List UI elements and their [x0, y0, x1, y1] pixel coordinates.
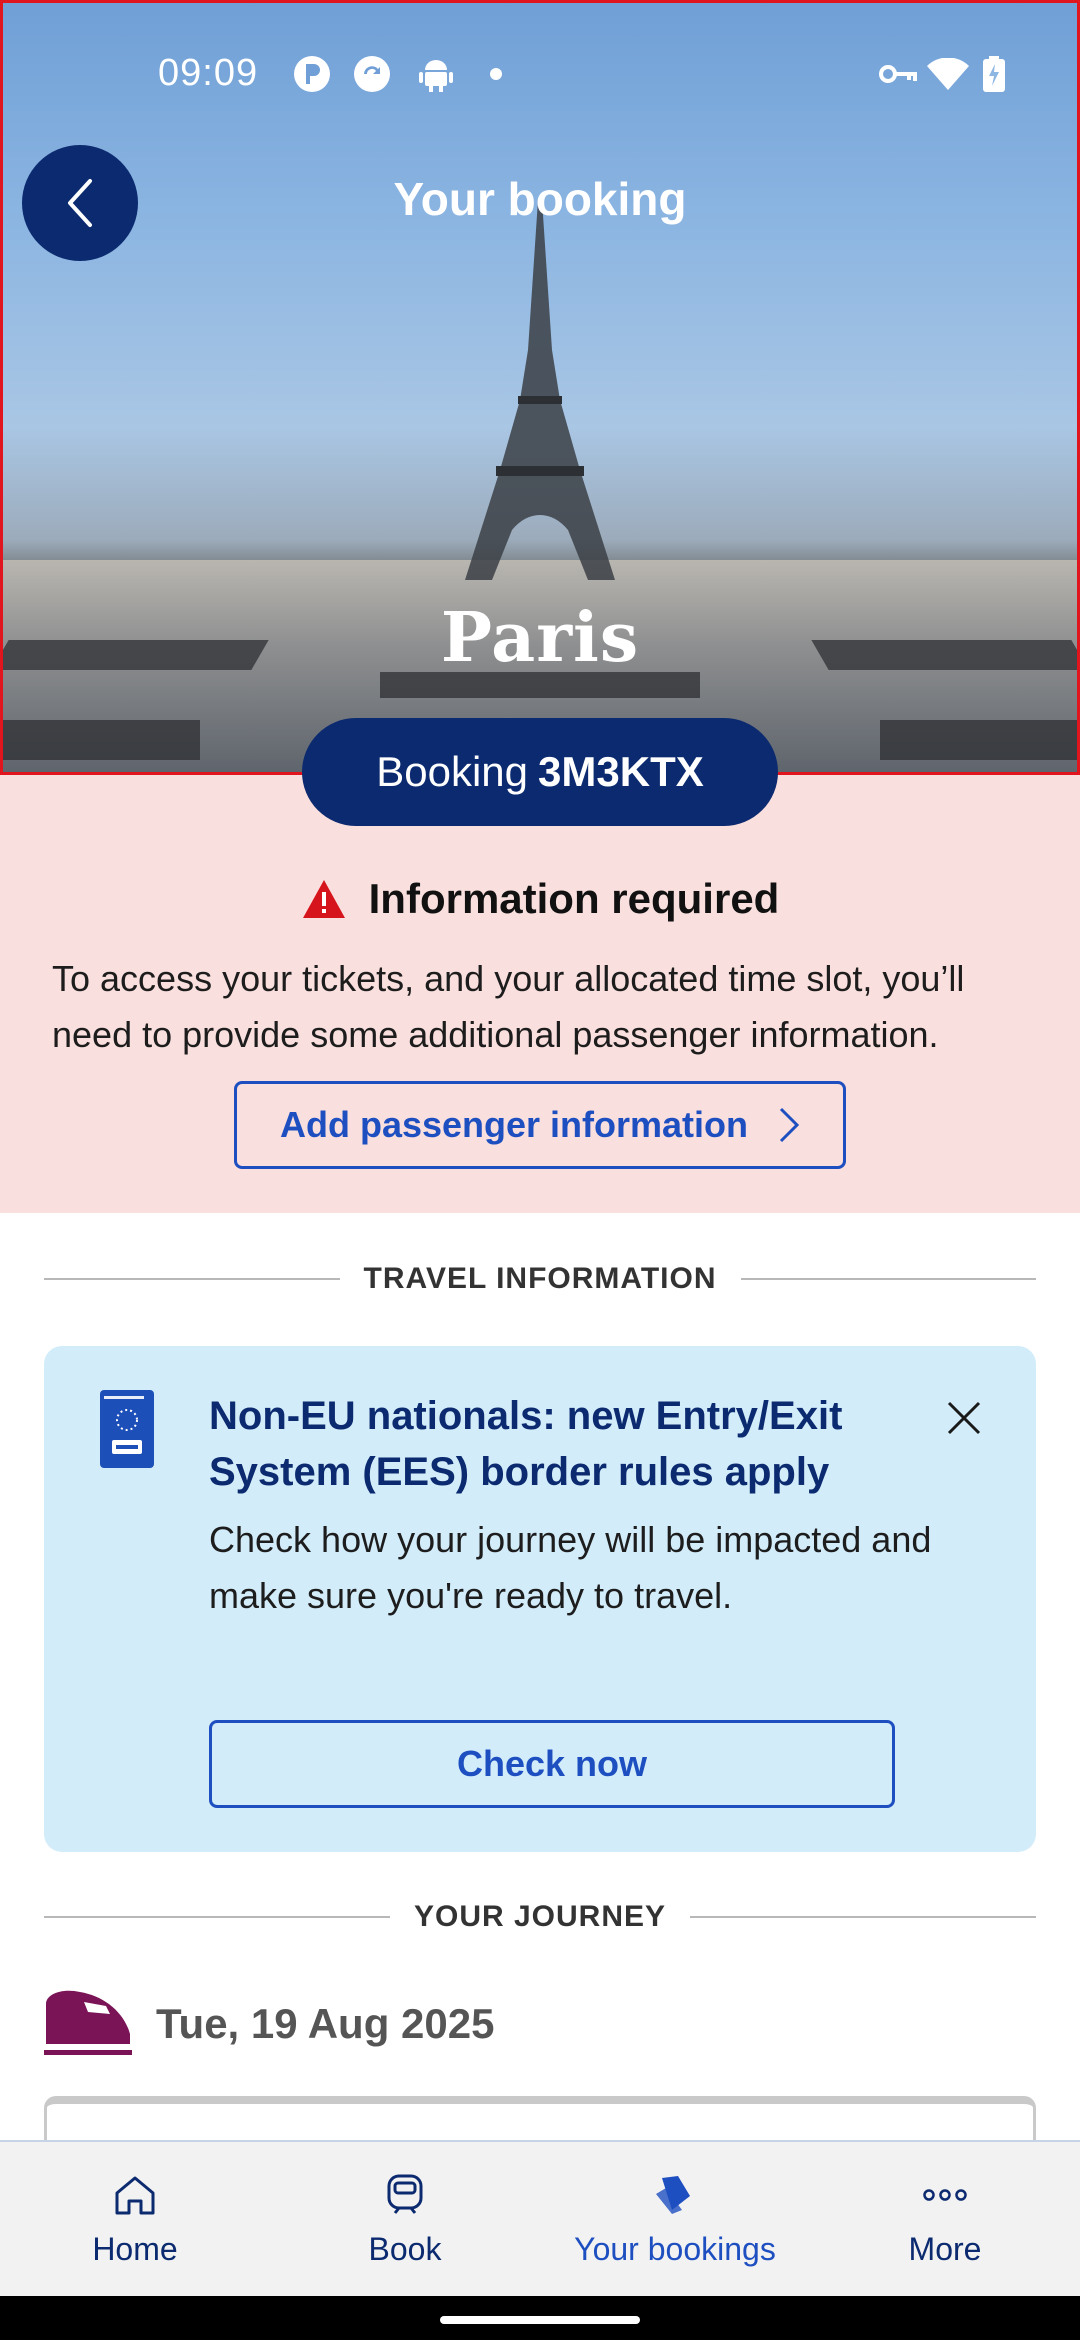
- close-card-button[interactable]: [936, 1390, 992, 1446]
- journey-date: Tue, 19 Aug 2025: [156, 2000, 495, 2047]
- divider: [44, 1916, 390, 1918]
- section-label: YOUR JOURNEY: [413, 1900, 667, 1933]
- train-icon: [381, 2171, 429, 2219]
- battery-charging-icon: [982, 56, 1006, 92]
- notification-dot-icon: [490, 68, 502, 80]
- booking-prefix: Booking: [376, 748, 529, 795]
- add-passenger-information-label: Add passenger information: [279, 1104, 749, 1145]
- divider: [690, 1916, 1037, 1918]
- information-required-banner: Information required To access your tick…: [0, 775, 1080, 1213]
- plaza-tile: [0, 720, 200, 760]
- bottom-navigation: Home Book Your bookings More: [0, 2140, 1080, 2296]
- add-passenger-information-button[interactable]: Add passenger information: [234, 1081, 846, 1169]
- ees-card-text: Check how your journey will be impacted …: [209, 1519, 932, 1616]
- ees-card-title: Non-EU nationals: new Entry/Exit System …: [209, 1394, 843, 1494]
- sync-icon: [354, 56, 390, 92]
- journey-date-row: Tue, 19 Aug 2025: [44, 1988, 494, 2060]
- plaza-tile: [880, 720, 1080, 760]
- tickets-icon: [651, 2171, 699, 2219]
- nav-book-label: Book: [368, 2230, 442, 2267]
- booking-reference: 3M3KTX: [538, 748, 704, 795]
- chevron-right-icon: [779, 1107, 800, 1143]
- android-icon: [418, 56, 454, 92]
- more-icon: [921, 2171, 969, 2219]
- eiffel-tower-image: [465, 200, 615, 580]
- divider: [44, 1278, 340, 1280]
- status-time: 09:09: [158, 52, 259, 94]
- alert-title-row: Information required: [0, 875, 1080, 923]
- alert-text: To access your tickets, and your allocat…: [52, 958, 965, 1055]
- nav-more-label: More: [908, 2230, 982, 2267]
- home-icon: [111, 2171, 159, 2219]
- wifi-icon: [926, 56, 970, 92]
- close-icon: [947, 1401, 981, 1435]
- warning-icon: [302, 880, 345, 918]
- passport-icon: [100, 1390, 154, 1468]
- nav-home[interactable]: Home: [0, 2142, 270, 2296]
- nav-home-label: Home: [92, 2230, 178, 2267]
- home-indicator[interactable]: [440, 2316, 640, 2324]
- section-label: TRAVEL INFORMATION: [363, 1262, 717, 1295]
- booking-reference-pill: Booking 3M3KTX: [302, 718, 778, 826]
- your-journey-heading: YOUR JOURNEY: [44, 1900, 1037, 1934]
- ees-info-card: Non-EU nationals: new Entry/Exit System …: [44, 1346, 1036, 1852]
- vpn-key-icon: [878, 56, 918, 92]
- nav-your-bookings-label: Your bookings: [574, 2230, 776, 2267]
- alert-title: Information required: [368, 875, 780, 922]
- train-icon: [44, 1990, 132, 2055]
- nav-book[interactable]: Book: [270, 2142, 540, 2296]
- status-bar: 09:09: [0, 0, 1080, 150]
- travel-information-heading: TRAVEL INFORMATION: [44, 1262, 1037, 1296]
- nav-more[interactable]: More: [810, 2142, 1080, 2296]
- divider: [740, 1278, 1037, 1280]
- nav-your-bookings[interactable]: Your bookings: [540, 2142, 810, 2296]
- destination-city: Paris: [440, 598, 640, 678]
- app-notification-icon: [294, 56, 330, 92]
- page-title: Your booking: [393, 173, 687, 225]
- check-now-button[interactable]: Check now: [209, 1720, 895, 1808]
